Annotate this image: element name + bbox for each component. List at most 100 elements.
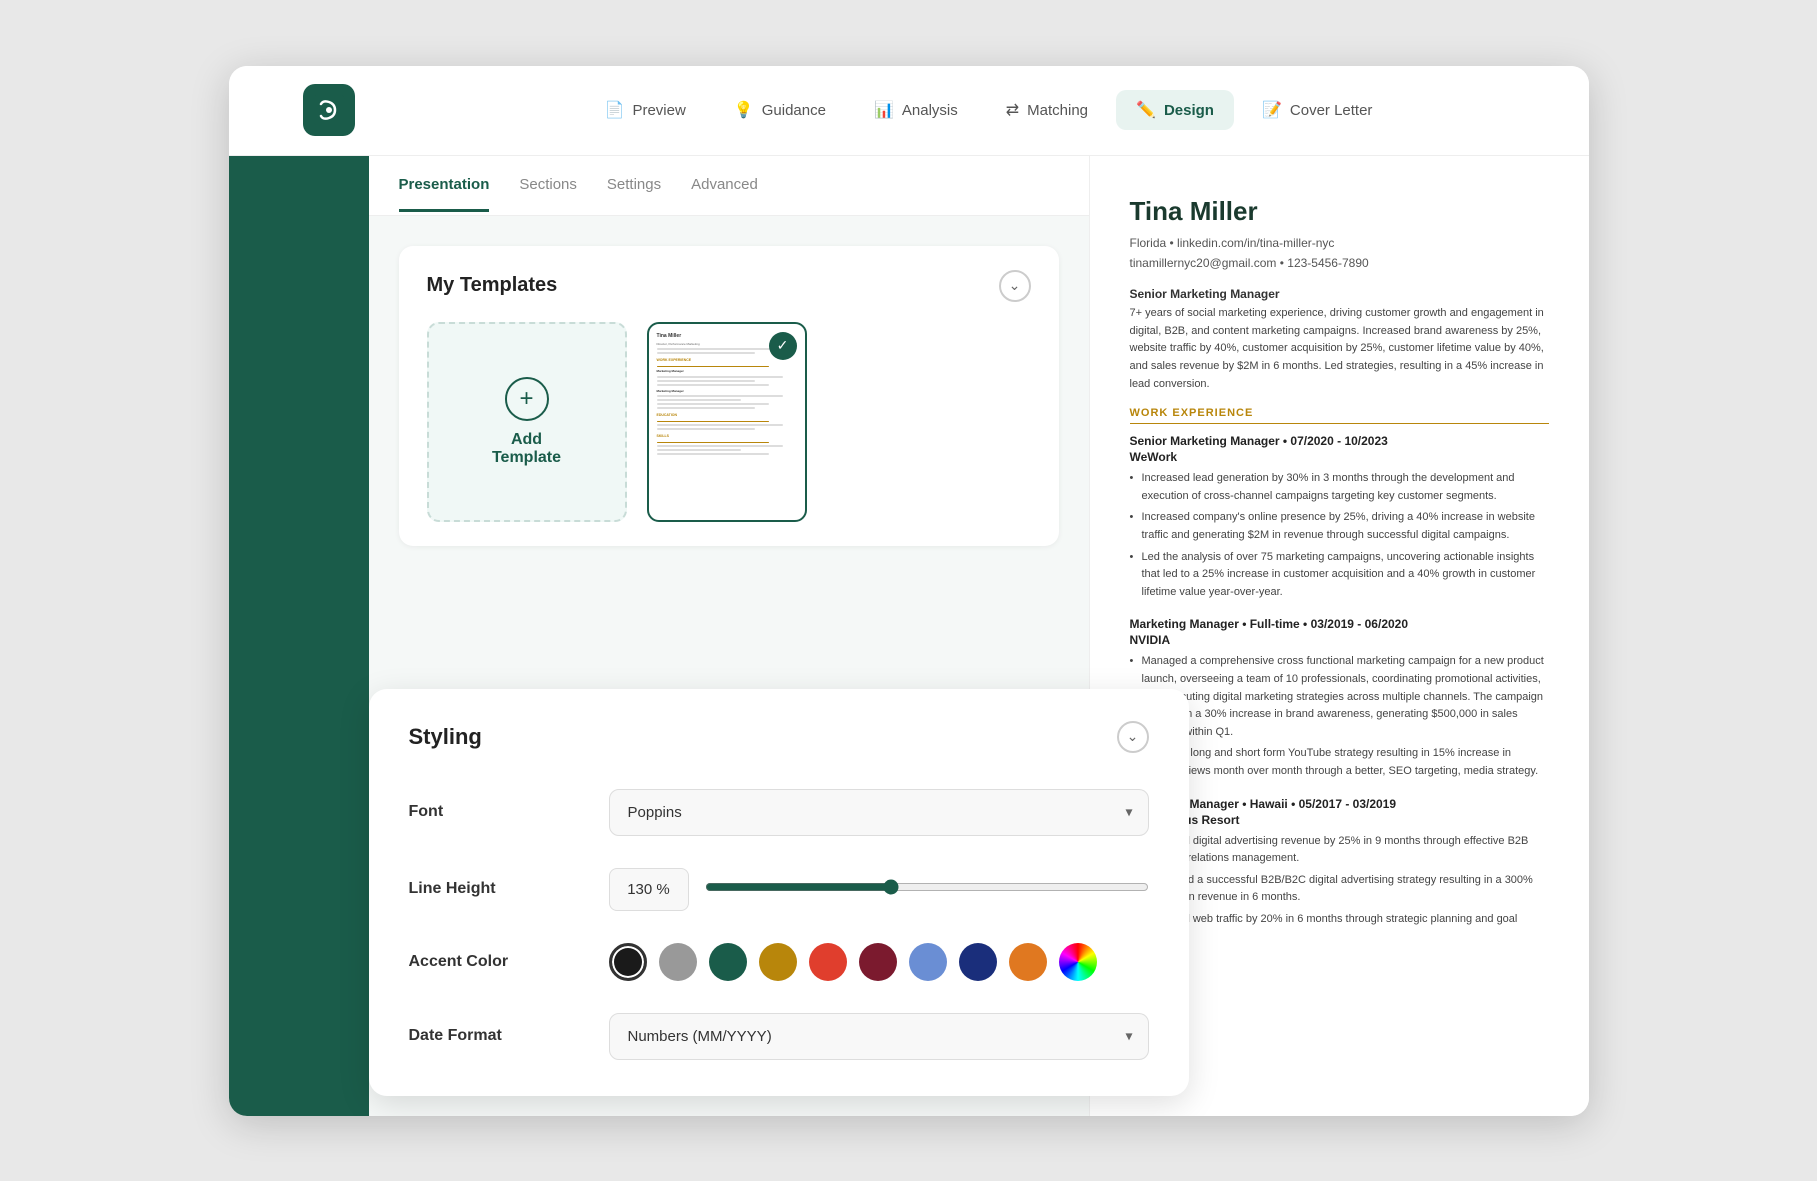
resume-job-3-bullet-3: Increased web traffic by 20% in 6 months… (1130, 911, 1549, 946)
app-logo[interactable] (303, 84, 355, 136)
nav-preview[interactable]: 📄 Preview (585, 90, 706, 130)
chevron-down-icon: ⌄ (1009, 277, 1021, 294)
nav-cover-letter[interactable]: 📝 Cover Letter (1242, 90, 1392, 130)
main-content: Presentation Sections Settings Advanced … (369, 156, 1089, 1116)
add-template-icon: + (505, 377, 549, 421)
resume-summary-text: 7+ years of social marketing experience,… (1130, 305, 1549, 393)
resume-work-experience-title: WORK EXPERIENCE (1130, 407, 1549, 424)
nav-analysis-label: Analysis (902, 102, 958, 119)
color-blue-light[interactable] (909, 943, 947, 981)
matching-icon: ⇄ (1006, 100, 1019, 120)
app-container: 📄 Preview 💡 Guidance 📊 Analysis ⇄ Matchi… (229, 66, 1589, 1116)
guidance-icon: 💡 (734, 100, 754, 120)
color-teal[interactable] (709, 943, 747, 981)
templates-collapse-button[interactable]: ⌄ (999, 270, 1031, 302)
add-template-label: Add Template (492, 431, 561, 467)
resume-job-3-title: Marketing Manager • Hawaii • 05/2017 - 0… (1130, 797, 1549, 811)
resume-job-1: Senior Marketing Manager • 07/2020 - 10/… (1130, 434, 1549, 601)
preview-icon: 📄 (605, 100, 625, 120)
resume-job-3-bullet-1: Increased digital advertising revenue by… (1130, 833, 1549, 868)
templates-section-header: My Templates ⌄ (427, 270, 1031, 302)
resume-job-3-company: White Lotus Resort (1130, 813, 1549, 827)
accent-colors-list (609, 943, 1149, 981)
color-gray[interactable] (659, 943, 697, 981)
design-icon: ✏️ (1136, 100, 1156, 120)
tab-settings[interactable]: Settings (607, 158, 661, 212)
tab-settings-label: Settings (607, 176, 661, 193)
font-control: Poppins Roboto Open Sans Lato Montserrat… (609, 789, 1149, 836)
resume-contact-line2: tinamillernyc20@gmail.com • 123-5456-789… (1130, 256, 1369, 270)
font-row: Font Poppins Roboto Open Sans Lato Monts… (409, 789, 1149, 836)
main-nav: 📄 Preview 💡 Guidance 📊 Analysis ⇄ Matchi… (419, 90, 1559, 130)
line-height-control: 130 % (609, 868, 1149, 911)
top-nav: 📄 Preview 💡 Guidance 📊 Analysis ⇄ Matchi… (229, 66, 1589, 156)
nav-design[interactable]: ✏️ Design (1116, 90, 1234, 130)
resume-job-1-title: Senior Marketing Manager • 07/2020 - 10/… (1130, 434, 1549, 448)
resume-summary-title: Senior Marketing Manager (1130, 287, 1549, 301)
templates-section: My Templates ⌄ + Add Template ✓ (399, 246, 1059, 546)
nav-analysis[interactable]: 📊 Analysis (854, 90, 978, 130)
add-template-card[interactable]: + Add Template (427, 322, 627, 522)
resume-job-2-bullet-2: Improved long and short form YouTube str… (1130, 745, 1549, 780)
template-selected-check: ✓ (769, 332, 797, 360)
tab-advanced[interactable]: Advanced (691, 158, 758, 212)
tab-advanced-label: Advanced (691, 176, 758, 193)
main-layout: Presentation Sections Settings Advanced … (229, 156, 1589, 1116)
line-height-row: Line Height 130 % (409, 868, 1149, 911)
resume-job-3: Marketing Manager • Hawaii • 05/2017 - 0… (1130, 797, 1549, 947)
templates-section-title: My Templates (427, 274, 558, 297)
logo-area (259, 84, 399, 136)
font-select[interactable]: Poppins Roboto Open Sans Lato Montserrat (609, 789, 1149, 836)
line-height-slider[interactable] (705, 879, 1149, 895)
color-orange[interactable] (1009, 943, 1047, 981)
date-format-select-wrapper: Numbers (MM/YYYY) Month Year Short Month… (609, 1013, 1149, 1060)
resume-job-2: Marketing Manager • Full-time • 03/2019 … (1130, 617, 1549, 780)
font-label: Font (409, 803, 609, 821)
tab-sections[interactable]: Sections (519, 158, 577, 212)
accent-color-control (609, 943, 1149, 981)
chevron-down-icon-2: ⌄ (1127, 728, 1139, 745)
nav-cover-letter-label: Cover Letter (1290, 102, 1373, 119)
line-height-slider-container (705, 879, 1149, 900)
line-height-value: 130 % (609, 868, 689, 911)
styling-title: Styling (409, 724, 482, 750)
resume-job-2-title: Marketing Manager • Full-time • 03/2019 … (1130, 617, 1549, 631)
resume-job-1-bullet-3: Led the analysis of over 75 marketing ca… (1130, 549, 1549, 602)
tab-presentation-label: Presentation (399, 176, 490, 193)
tab-sections-label: Sections (519, 176, 577, 193)
analysis-icon: 📊 (874, 100, 894, 120)
color-black[interactable] (609, 943, 647, 981)
color-maroon[interactable] (859, 943, 897, 981)
nav-guidance[interactable]: 💡 Guidance (714, 90, 846, 130)
resume-name: Tina Miller (1130, 196, 1549, 227)
nav-design-label: Design (1164, 102, 1214, 119)
date-format-control: Numbers (MM/YYYY) Month Year Short Month… (609, 1013, 1149, 1060)
date-format-select[interactable]: Numbers (MM/YYYY) Month Year Short Month… (609, 1013, 1149, 1060)
content-area: My Templates ⌄ + Add Template ✓ (369, 216, 1089, 1016)
resume-job-3-bullet-2: Developed a successful B2B/B2C digital a… (1130, 872, 1549, 907)
tab-presentation[interactable]: Presentation (399, 158, 490, 212)
line-height-label: Line Height (409, 880, 609, 898)
accent-color-row: Accent Color (409, 943, 1149, 981)
sub-nav: Presentation Sections Settings Advanced (369, 156, 1089, 216)
resume-contact-line1: Florida • linkedin.com/in/tina-miller-ny… (1130, 236, 1335, 250)
resume-job-1-company: WeWork (1130, 450, 1549, 464)
date-format-label: Date Format (409, 1027, 609, 1045)
resume-contact-1: Florida • linkedin.com/in/tina-miller-ny… (1130, 233, 1549, 274)
cover-letter-icon: 📝 (1262, 100, 1282, 120)
line-height-inner: 130 % (609, 868, 1149, 911)
nav-preview-label: Preview (632, 102, 685, 119)
resume-job-1-bullet-2: Increased company's online presence by 2… (1130, 509, 1549, 544)
color-rainbow[interactable] (1059, 943, 1097, 981)
font-select-wrapper: Poppins Roboto Open Sans Lato Montserrat… (609, 789, 1149, 836)
resume-job-2-bullet-1: Managed a comprehensive cross functional… (1130, 653, 1549, 741)
templates-grid: + Add Template ✓ Tina Miller Director, P… (427, 322, 1031, 522)
template-card-1[interactable]: ✓ Tina Miller Director, Performance Mark… (647, 322, 807, 522)
styling-collapse-button[interactable]: ⌄ (1117, 721, 1149, 753)
color-red[interactable] (809, 943, 847, 981)
nav-guidance-label: Guidance (762, 102, 826, 119)
nav-matching[interactable]: ⇄ Matching (986, 90, 1108, 130)
nav-matching-label: Matching (1027, 102, 1088, 119)
color-gold[interactable] (759, 943, 797, 981)
color-navy[interactable] (959, 943, 997, 981)
